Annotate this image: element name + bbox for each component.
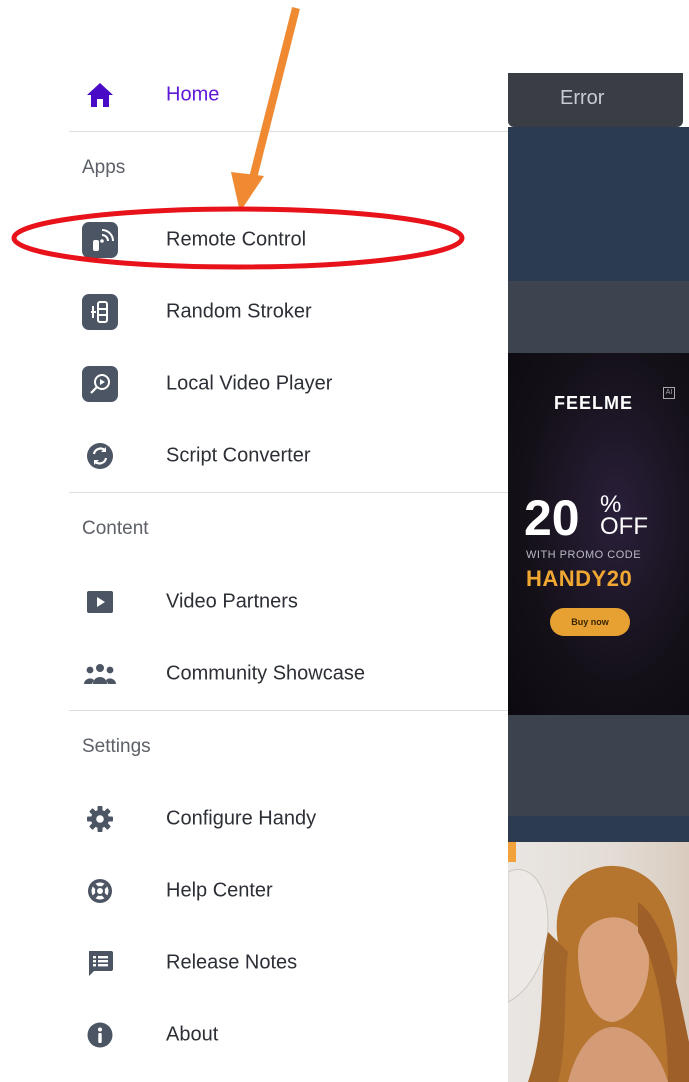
nav-item-label: About [166, 1023, 219, 1046]
release-notes-icon [81, 944, 119, 982]
ad-buy-button: Buy now [550, 608, 630, 636]
error-banner: Error [508, 73, 683, 127]
play-icon [81, 583, 119, 621]
ad-promo-text: WITH PROMO CODE [526, 549, 642, 561]
nav-item-label: Release Notes [166, 951, 298, 974]
nav-item-community-showcase[interactable]: Community Showcase [0, 647, 508, 701]
background-card [508, 715, 689, 816]
community-icon [81, 655, 119, 693]
nav-item-label: Remote Control [166, 228, 307, 251]
nav-item-label: Local Video Player [166, 372, 333, 395]
background-photo [508, 842, 689, 1082]
divider [69, 710, 508, 711]
background-app: Error FEELME AI 20 % OFF WITH PROMO CODE… [508, 0, 689, 1082]
nav-item-random-stroker[interactable]: Random Stroker [0, 285, 508, 339]
gear-icon [81, 800, 119, 838]
divider [69, 131, 508, 132]
nav-item-local-video-player[interactable]: Local Video Player [0, 357, 508, 411]
nav-item-label: Configure Handy [166, 807, 317, 830]
nav-item-help-center[interactable]: Help Center [0, 864, 508, 918]
info-icon [81, 1016, 119, 1054]
nav-item-label: Help Center [166, 879, 273, 902]
background-top [508, 0, 689, 73]
promo-ad-banner: FEELME AI 20 % OFF WITH PROMO CODE HANDY… [508, 353, 689, 715]
nav-item-remote-control[interactable]: Remote Control [0, 213, 508, 267]
background-card [508, 281, 689, 353]
nav-item-label: Community Showcase [166, 662, 365, 685]
random-stroker-icon [81, 293, 119, 331]
ad-promo-code: HANDY20 [526, 566, 633, 591]
nav-item-home[interactable]: Home [0, 68, 508, 122]
nav-item-label: Home [166, 83, 220, 106]
script-converter-icon [81, 437, 119, 475]
error-label: Error [560, 87, 605, 109]
divider [69, 492, 508, 493]
ad-percent: 20 [524, 490, 580, 546]
nav-item-configure-handy[interactable]: Configure Handy [0, 792, 508, 846]
section-title-apps: Apps [82, 157, 126, 178]
nav-item-about[interactable]: About [0, 1008, 508, 1062]
nav-item-video-partners[interactable]: Video Partners [0, 575, 508, 629]
ad-brand-logo: FEELME [554, 393, 634, 413]
ad-off-label: OFF [600, 513, 648, 540]
portrait-image [508, 865, 689, 1082]
remote-control-icon [81, 221, 119, 259]
lifebuoy-icon [81, 872, 119, 910]
nav-item-script-converter[interactable]: Script Converter [0, 429, 508, 483]
navigation-drawer: Home Apps Remote Control Random Stroker … [0, 0, 508, 1082]
section-title-settings: Settings [82, 736, 151, 757]
ad-ai-badge: AI [663, 387, 675, 399]
nav-item-label: Video Partners [166, 590, 298, 613]
background-card [508, 816, 689, 842]
nav-item-label: Script Converter [166, 444, 311, 467]
nav-item-label: Random Stroker [166, 300, 312, 323]
background-accent [508, 842, 516, 862]
local-video-player-icon [81, 365, 119, 403]
background-card [508, 127, 689, 281]
home-icon [81, 76, 119, 114]
section-title-content: Content [82, 518, 149, 539]
nav-item-release-notes[interactable]: Release Notes [0, 936, 508, 990]
